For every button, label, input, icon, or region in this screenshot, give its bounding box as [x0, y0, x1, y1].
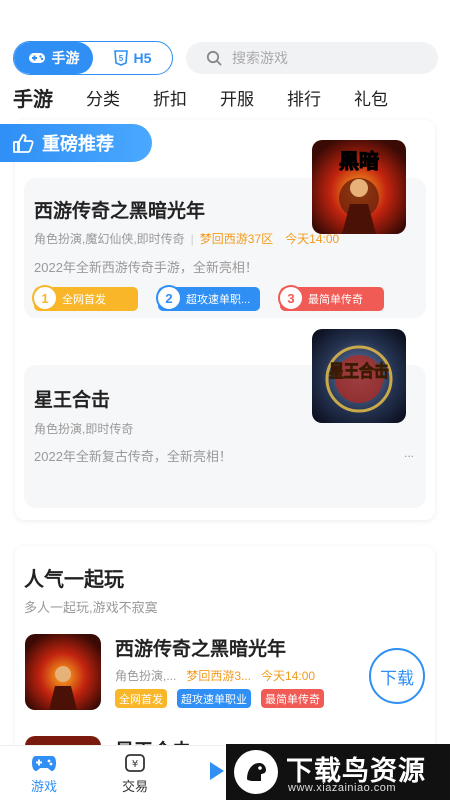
- popular-game-time: 今天14:00: [261, 669, 316, 683]
- category-tabs: 手游 分类 折扣 开服 排行 礼包: [13, 88, 421, 112]
- svg-text:5: 5: [118, 54, 123, 63]
- tab-ranking[interactable]: 排行: [287, 88, 321, 112]
- game-description: 2022年全新西游传奇手游，全新亮相！: [34, 260, 258, 275]
- chip-first-release: 全网首发: [115, 689, 167, 708]
- popular-game-chips: 全网首发 超攻速单职业 最简单传奇: [115, 689, 324, 708]
- popular-game-name[interactable]: 西游传奇之黑暗光年: [115, 634, 286, 661]
- feature-label: 超攻速单职...: [186, 294, 251, 306]
- popular-game-genre: 角色扮演,...: [115, 669, 177, 683]
- segment-mobile-label: 手游: [51, 50, 80, 66]
- segment-mobile[interactable]: 手游: [14, 42, 93, 74]
- popular-game-thumbnail[interactable]: [25, 634, 101, 710]
- game-server: 梦回西游37区: [199, 232, 274, 246]
- separator: |: [190, 232, 194, 246]
- game-description: 2022年全新复古传奇，全新亮相！: [34, 449, 232, 464]
- html5-icon: 5: [113, 50, 128, 66]
- feature-label: 最简单传奇: [308, 294, 363, 306]
- search-icon: [206, 50, 222, 66]
- feature-tag-1: 1 全网首发: [32, 285, 138, 311]
- game-tags: 角色扮演,即时传奇: [34, 422, 134, 436]
- nav-item-trade[interactable]: ¥ 交易: [105, 752, 165, 795]
- search-placeholder: 搜索游戏: [232, 50, 288, 66]
- game-tab-icon: [32, 756, 56, 771]
- thumbs-up-icon: [13, 134, 34, 153]
- chip-simple-legend: 最简单传奇: [261, 689, 324, 708]
- bird-logo-icon: [234, 750, 278, 794]
- svg-text:¥: ¥: [132, 759, 138, 770]
- tab-mobile-games[interactable]: 手游: [13, 88, 53, 112]
- search-bar[interactable]: 搜索游戏: [186, 42, 438, 74]
- game-title: 西游传奇之黑暗光年: [34, 201, 206, 222]
- feature-number: 2: [156, 285, 182, 311]
- game-open-time: 今天14:00: [285, 232, 340, 246]
- game-thumbnail-1[interactable]: 黑暗: [312, 140, 406, 234]
- chip-fast-attack: 超攻速单职业: [177, 689, 251, 708]
- thumbnail-text: 黑暗: [339, 149, 379, 173]
- watermark: 下载鸟资源 www.xiazainiao.com: [226, 744, 450, 800]
- popular-game-tags: 角色扮演,... 梦回西游3... 今天14:00: [115, 667, 315, 684]
- trade-icon: ¥: [125, 754, 145, 772]
- feature-tag-3: 3 最简单传奇: [278, 285, 384, 311]
- game-thumbnail-2[interactable]: 星王合击: [312, 329, 406, 423]
- feature-number: 3: [278, 285, 304, 311]
- tab-category[interactable]: 分类: [86, 88, 120, 112]
- more-indicator: ...: [403, 446, 414, 460]
- download-button[interactable]: 下载: [369, 648, 425, 704]
- platform-switch[interactable]: 手游 5 H5: [13, 41, 173, 75]
- tab-new-server[interactable]: 开服: [220, 88, 254, 112]
- game-genre: 角色扮演,魔幻仙侠,即时传奇: [34, 232, 185, 246]
- gamepad-icon: [28, 53, 45, 63]
- thumbnail-text: 星王合击: [329, 361, 389, 382]
- game-tags: 角色扮演,魔幻仙侠,即时传奇 | 梦回西游37区 今天14:00: [34, 230, 339, 247]
- popular-subtitle: 多人一起玩,游戏不寂寞: [24, 600, 158, 615]
- popular-title: 人气一起玩: [24, 563, 124, 592]
- game-title: 星王合击: [34, 390, 111, 411]
- segment-h5[interactable]: 5 H5: [93, 42, 172, 74]
- feature-label: 全网首发: [62, 294, 106, 306]
- feature-number: 1: [32, 285, 58, 311]
- top-bar: 手游 5 H5 搜索游戏 手游 分类 折扣 开服 排行 礼包: [0, 0, 450, 120]
- feature-tag-2: 2 超攻速单职...: [156, 285, 260, 311]
- tab-gift[interactable]: 礼包: [354, 88, 388, 112]
- recommend-badge: 重磅推荐: [0, 124, 152, 162]
- segment-h5-label: H5: [133, 50, 152, 66]
- play-icon: [210, 762, 224, 780]
- nav-game-label: 游戏: [30, 779, 57, 794]
- tab-discount[interactable]: 折扣: [153, 88, 187, 112]
- popular-game-server: 梦回西游3...: [186, 669, 252, 683]
- watermark-url: www.xiazainiao.com: [288, 782, 397, 794]
- nav-trade-label: 交易: [121, 779, 148, 794]
- nav-item-game[interactable]: 游戏: [14, 752, 74, 795]
- recommend-badge-label: 重磅推荐: [42, 134, 114, 154]
- nav-item-third[interactable]: [208, 760, 226, 787]
